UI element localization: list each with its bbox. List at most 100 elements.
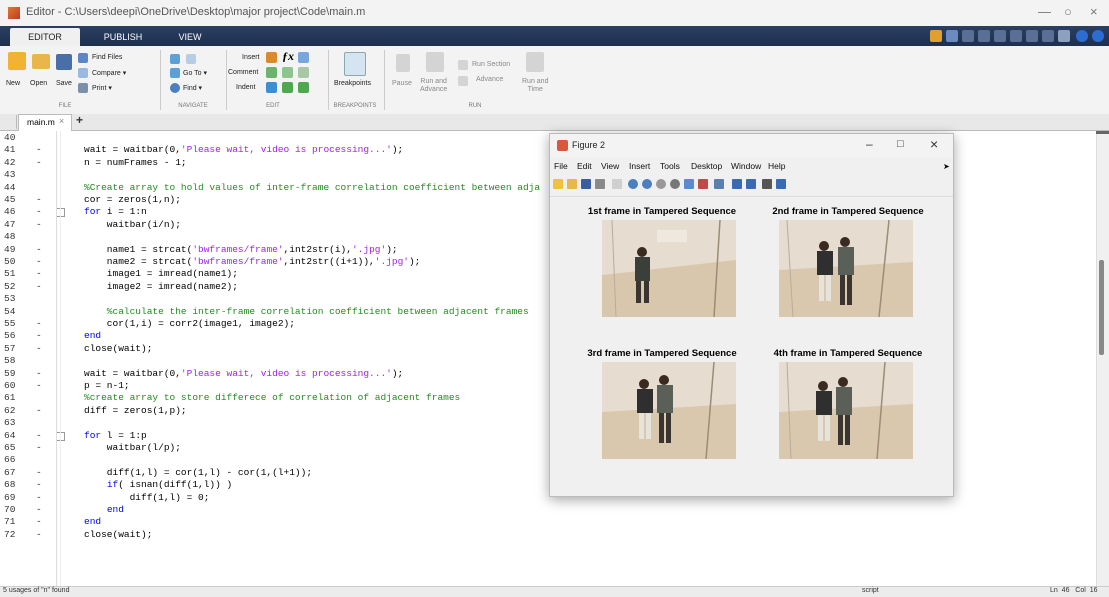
open-file-icon[interactable] [567,179,577,189]
back-icon[interactable] [170,54,180,64]
code-line[interactable]: waitbar(l/p); [84,442,181,453]
new-file-icon[interactable] [8,52,26,70]
new-figure-icon[interactable] [553,179,563,189]
figure-window[interactable]: Figure 2 – □ × File Edit View Insert Too… [549,133,954,497]
breakpoint-marker[interactable]: - [36,157,42,168]
menu-dock-arrow-icon[interactable]: ➤ [943,162,950,171]
code-line[interactable]: cor = zeros(1,n); [84,194,181,205]
breakpoint-marker[interactable]: - [36,318,42,329]
breakpoint-marker[interactable]: - [36,343,42,354]
tab-main-m[interactable]: main.m × [18,114,72,131]
close-icon[interactable]: × [1090,4,1098,19]
minimize-icon[interactable]: — [1038,4,1051,19]
tab-view[interactable]: VIEW [170,28,210,46]
advance-button[interactable]: Advance [476,76,503,83]
menu-tools[interactable]: Tools [660,161,680,171]
function-fx-icon[interactable]: ƒx [282,49,294,64]
pointer-icon[interactable] [612,179,622,189]
breakpoint-marker[interactable]: - [36,516,42,527]
save-figure-icon[interactable] [581,179,591,189]
code-line[interactable]: diff = zeros(1,p); [84,405,187,416]
insert-button[interactable]: Insert [242,54,260,61]
compare-button[interactable]: Compare ▾ [92,69,126,77]
breakpoint-marker[interactable]: - [36,281,42,292]
breakpoint-marker[interactable]: - [36,479,42,490]
code-line[interactable]: %Create array to hold values of inter-fr… [84,182,540,193]
rotate-3d-icon[interactable] [670,179,680,189]
menu-edit[interactable]: Edit [577,161,592,171]
zoom-out-icon[interactable] [642,179,652,189]
increase-indent-icon[interactable] [282,82,293,93]
hide-plot-tools-icon[interactable] [762,179,772,189]
menu-desktop[interactable]: Desktop [691,161,722,171]
smart-indent-icon[interactable] [266,82,277,93]
breakpoint-marker[interactable]: - [36,256,42,267]
breakpoints-icon[interactable] [344,52,366,76]
menu-file[interactable]: File [554,161,568,171]
uncomment-icon[interactable] [282,67,293,78]
add-tab-button[interactable]: + [76,113,83,127]
code-line[interactable]: %calculate the inter-frame correlation c… [84,306,529,317]
code-line[interactable]: close(wait); [84,343,152,354]
close-tab-icon[interactable]: × [59,116,64,126]
comment-icon[interactable] [266,67,277,78]
goto-button[interactable]: Go To ▾ [183,69,207,77]
code-line[interactable]: if( isnan(diff(1,l)) ) [84,479,232,490]
breakpoint-marker[interactable]: - [36,268,42,279]
code-line[interactable]: diff(1,l) = cor(1,l) - cor(1,(l+1)); [84,467,312,478]
quick-access-icon[interactable] [1042,30,1054,42]
zoom-in-icon[interactable] [628,179,638,189]
breakpoint-marker[interactable]: - [36,380,42,391]
code-line[interactable]: wait = waitbar(0,'Please wait, video is … [84,144,403,155]
pan-icon[interactable] [656,179,666,189]
run-section-button[interactable]: Run Section [472,61,510,68]
figure-close-icon[interactable]: × [930,136,938,152]
find-button[interactable]: Find ▾ [183,84,202,92]
quick-access-icon[interactable] [1010,30,1022,42]
figure-minimize-icon[interactable]: – [866,137,873,151]
run-and-advance-button[interactable]: Run and Advance [420,78,447,94]
breakpoint-marker[interactable]: - [36,405,42,416]
quick-access-save-icon[interactable] [946,30,958,42]
menu-window[interactable]: Window [731,161,761,171]
print-button[interactable]: Print ▾ [92,84,112,92]
help-menu-icon[interactable] [1092,30,1104,42]
code-line[interactable]: %create array to store differece of corr… [84,392,460,403]
wrap-comments-icon[interactable] [298,67,309,78]
breakpoint-marker[interactable]: - [36,244,42,255]
forward-icon[interactable] [186,54,196,64]
breakpoints-button[interactable]: Breakpoints [334,80,371,87]
code-line[interactable]: image2 = imread(name2); [84,281,238,292]
breakpoint-marker[interactable]: - [36,430,42,441]
edit-menu-icon[interactable] [298,52,309,63]
comment-button[interactable]: Comment [228,69,258,76]
menu-insert[interactable]: Insert [629,161,650,171]
indent-button[interactable]: Indent [236,84,255,91]
breakpoint-marker[interactable]: - [36,330,42,341]
breakpoint-marker[interactable]: - [36,504,42,515]
show-plot-tools-icon[interactable] [776,179,786,189]
breakpoint-marker[interactable]: - [36,194,42,205]
code-line[interactable]: end [84,504,124,515]
quick-access-icon[interactable] [1026,30,1038,42]
data-cursor-icon[interactable] [684,179,694,189]
code-line[interactable]: name2 = strcat('bwframes/frame',int2str(… [84,256,421,267]
code-line[interactable]: waitbar(i/n); [84,219,181,230]
new-button[interactable]: New [6,80,20,87]
menu-help[interactable]: Help [768,161,785,171]
run-and-time-button[interactable]: Run and Time [522,78,548,94]
menu-view[interactable]: View [601,161,619,171]
legend-icon[interactable] [746,179,756,189]
code-line[interactable]: for i = 1:n [84,206,147,217]
code-line[interactable]: close(wait); [84,529,152,540]
code-line[interactable]: end [84,330,101,341]
breakpoint-marker[interactable]: - [36,144,42,155]
breakpoint-marker[interactable]: - [36,368,42,379]
scrollbar-thumb[interactable] [1099,260,1104,355]
code-line[interactable]: end [84,516,101,527]
code-line[interactable]: diff(1,l) = 0; [84,492,210,503]
help-icon[interactable] [1076,30,1088,42]
find-files-button[interactable]: Find Files [92,54,122,61]
pause-button[interactable]: Pause [392,80,412,87]
link-plot-icon[interactable] [714,179,724,189]
